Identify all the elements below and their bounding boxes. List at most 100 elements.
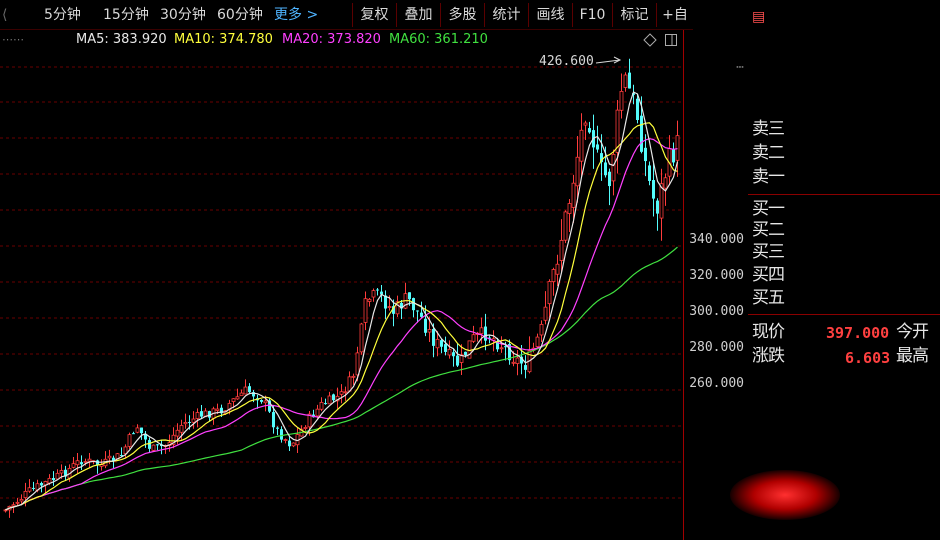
ma60-line <box>5 246 678 511</box>
chart-toolbar: ⟨ 5分钟 15分钟 30分钟 60分钟 更多 > 复权 叠加 多股 统计 画线… <box>0 0 693 30</box>
candle-body <box>387 306 392 308</box>
candle-body <box>608 171 611 187</box>
candle-body <box>567 203 572 214</box>
period-30min[interactable]: 30分钟 <box>160 5 206 25</box>
price-axis: ⋯ 340.000 320.000 300.000 280.000 260.00… <box>683 30 748 540</box>
candle-body <box>239 392 244 397</box>
status-glow <box>730 470 840 520</box>
candle-body <box>183 422 188 425</box>
candle-body <box>484 326 487 341</box>
buy4-label: 买四 <box>752 265 785 285</box>
candle-body <box>59 470 64 474</box>
axis-label-280: 280.000 <box>689 340 744 355</box>
diamond-icon[interactable] <box>643 33 657 47</box>
quote-divider <box>748 314 940 315</box>
candle-body <box>535 336 540 347</box>
candle-body <box>215 408 220 411</box>
candle-body <box>283 439 288 441</box>
candle-body <box>652 180 655 199</box>
change-label: 涨跌 <box>752 346 785 366</box>
candle-body <box>248 386 251 393</box>
period-60min[interactable]: 60分钟 <box>217 5 263 25</box>
candle-body <box>291 442 296 447</box>
statistics-button[interactable]: 统计 <box>484 3 528 27</box>
candle-body <box>555 263 560 275</box>
candle-body <box>640 115 643 152</box>
window-toggle-icon[interactable] <box>664 33 678 47</box>
candle-body <box>464 351 467 355</box>
candle-body <box>40 483 43 486</box>
candle-body <box>71 463 76 468</box>
candle-body <box>80 462 83 465</box>
candle-body <box>148 440 151 449</box>
candle-body <box>435 338 440 349</box>
candle-body <box>636 98 639 121</box>
candle-body <box>140 427 143 434</box>
sell2-label: 卖二 <box>752 143 785 163</box>
period-5min[interactable]: 5分钟 <box>44 5 81 25</box>
candle-body <box>343 391 348 394</box>
candle-body <box>19 499 24 502</box>
ma-legend: ⋯⋯ MA5: 383.920 MA10: 374.780 MA20: 373.… <box>0 30 693 50</box>
candle-body <box>604 162 607 176</box>
candle-body <box>359 323 364 353</box>
more-periods-link[interactable]: 更多 > <box>274 5 318 25</box>
candle-body <box>332 394 335 401</box>
axis-label-300: 300.000 <box>689 304 744 319</box>
candle-body <box>135 427 140 433</box>
candle-body <box>55 472 60 480</box>
sell3-label: 卖三 <box>752 119 785 139</box>
candle-body <box>263 400 268 404</box>
moving-averages <box>5 91 679 511</box>
candle-body <box>663 177 668 189</box>
candle-body <box>596 144 599 150</box>
chevron-right-icon: > <box>302 7 319 23</box>
candle-body <box>52 477 55 481</box>
candle-body <box>456 355 459 366</box>
candle-body <box>447 348 452 356</box>
candle-body <box>191 418 196 423</box>
panel-header-icon: ▤ <box>752 9 765 25</box>
candle-body <box>588 128 591 133</box>
indicator-name: ⋯⋯ <box>2 33 24 46</box>
candle-body <box>235 396 240 400</box>
candle-body <box>367 298 372 302</box>
candle-body <box>15 501 20 504</box>
candle-body <box>628 72 631 89</box>
candle-body <box>648 165 651 181</box>
candle-body <box>427 329 432 333</box>
draw-line-button[interactable]: 画线 <box>528 3 572 27</box>
multi-stock-button[interactable]: 多股 <box>440 3 484 27</box>
buy1-label: 买一 <box>752 199 785 219</box>
candle-body <box>551 269 556 283</box>
candle-body <box>444 344 447 352</box>
toolbar-prev-icon[interactable]: ⟨ <box>2 5 16 25</box>
candle-body <box>579 129 584 162</box>
mark-button[interactable]: 标记 <box>612 3 656 27</box>
candle-body <box>151 444 156 451</box>
candle-body <box>515 357 520 364</box>
candle-body <box>243 386 248 395</box>
candle-body <box>200 411 203 417</box>
axis-label-260: 260.000 <box>689 376 744 391</box>
candle-body <box>188 421 191 423</box>
candle-body <box>424 318 427 333</box>
f10-button[interactable]: F10 <box>572 3 612 27</box>
candlestick-chart[interactable]: 426.600 <box>0 50 683 540</box>
period-15min[interactable]: 15分钟 <box>103 5 149 25</box>
candle-body <box>288 440 291 447</box>
adjust-button[interactable]: 复权 <box>352 3 396 27</box>
ma20-line <box>5 138 678 511</box>
candle-body <box>339 391 344 395</box>
candle-body <box>479 327 484 335</box>
sell1-label: 卖一 <box>752 167 785 187</box>
candle-body <box>524 365 527 370</box>
candle-body <box>504 346 507 348</box>
add-watchlist-button[interactable]: +自 <box>656 3 693 27</box>
axis-label-340: 340.000 <box>689 232 744 247</box>
candle-body <box>351 375 356 378</box>
candle-body <box>319 402 324 410</box>
candle-body <box>11 504 16 507</box>
candle-body <box>452 352 455 357</box>
overlay-button[interactable]: 叠加 <box>396 3 440 27</box>
